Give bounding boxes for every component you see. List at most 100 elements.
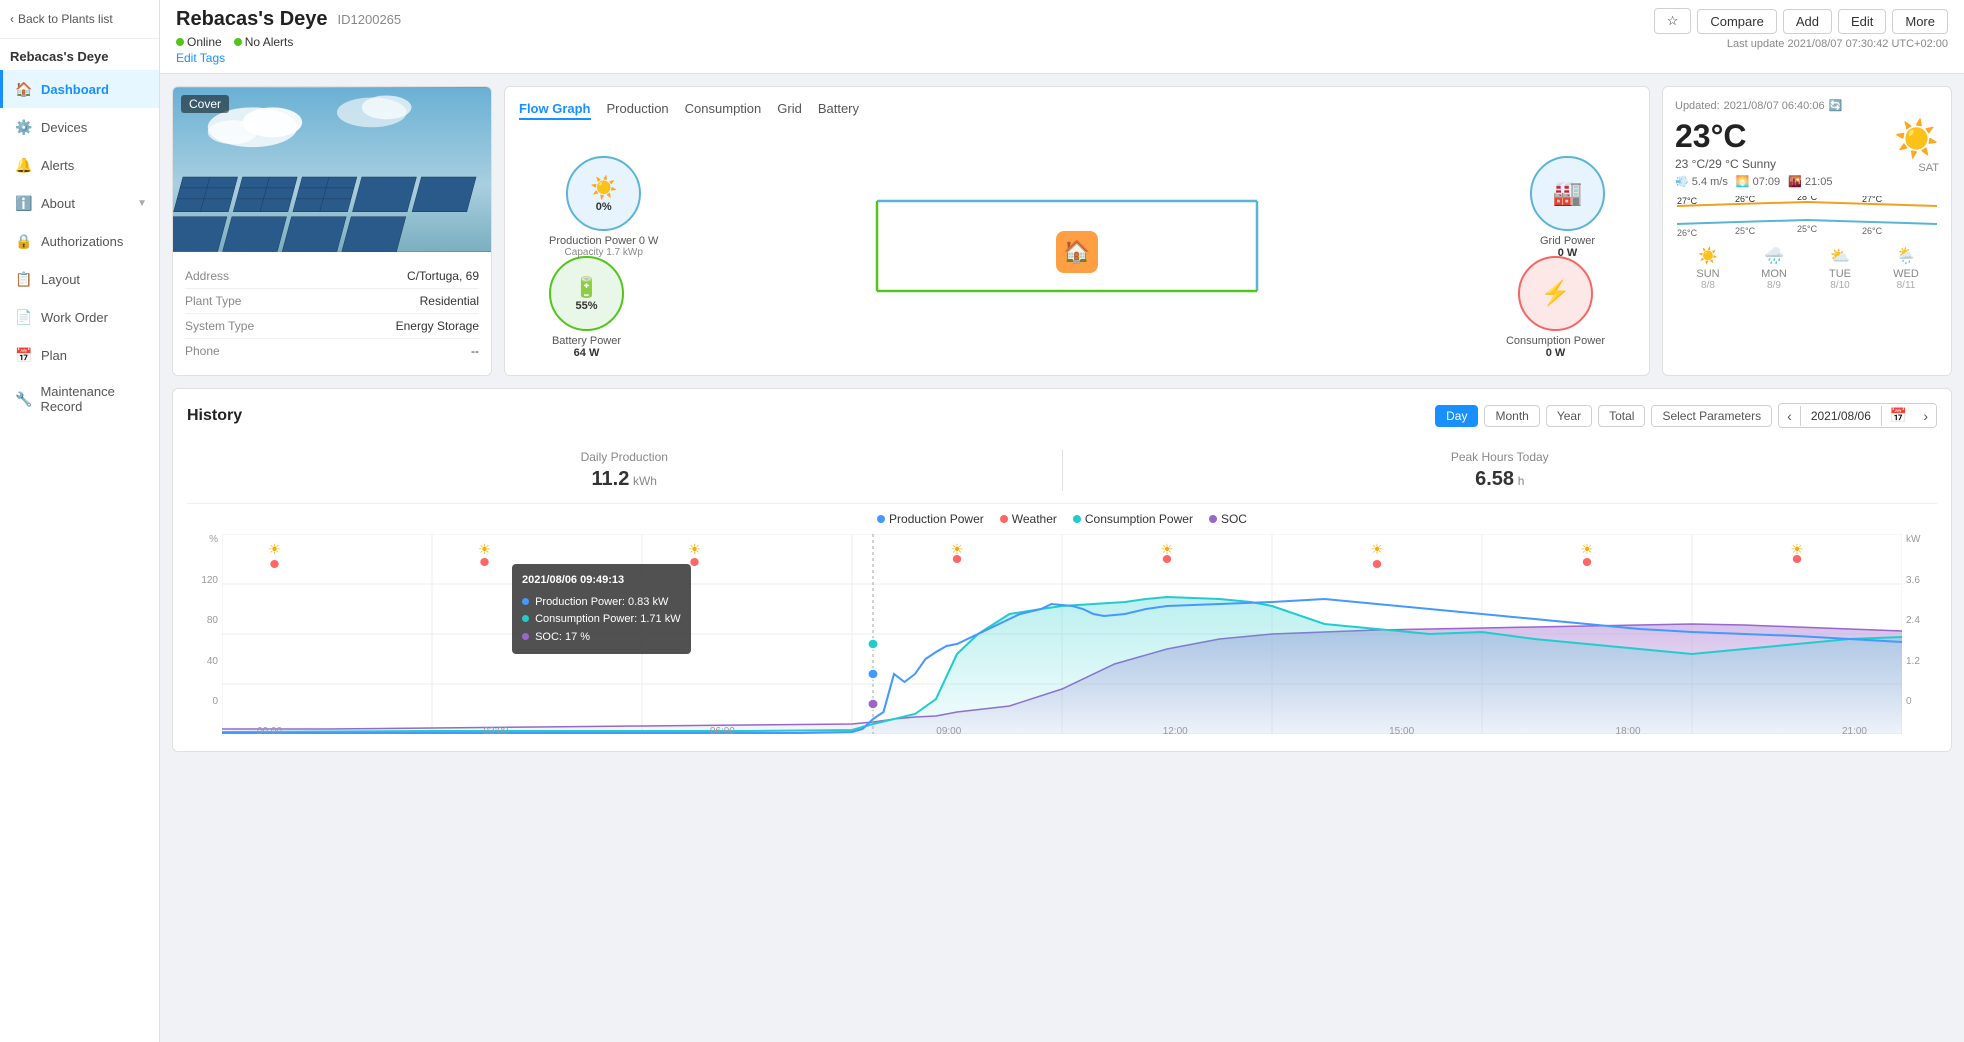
topbar-title: Rebacas's Deye ID1200265 (176, 8, 401, 31)
daily-production-label: Daily Production (187, 450, 1062, 464)
maintenance-icon: 🔧 (15, 390, 32, 408)
legend-consumption: Consumption Power (1073, 512, 1193, 526)
svg-text:27°C: 27°C (1677, 196, 1698, 206)
tab-battery[interactable]: Battery (818, 101, 859, 120)
home-icon: 🏠 (1056, 231, 1098, 273)
sidebar: ‹ Back to Plants list Rebacas's Deye 🏠 D… (0, 0, 160, 1042)
weather-day: SAT (1918, 162, 1939, 174)
flow-graph-card: Flow Graph Production Consumption Grid B… (504, 86, 1650, 376)
back-arrow-icon: ‹ (10, 12, 14, 26)
svg-text:26°C: 26°C (1862, 226, 1883, 236)
alerts-dot (234, 38, 242, 46)
sidebar-item-label: Alerts (41, 158, 74, 173)
legend-production: Production Power (877, 512, 984, 526)
peak-hours-unit: h (1518, 474, 1525, 488)
plant-info: Address C/Tortuga, 69 Plant Type Residen… (173, 252, 491, 375)
sidebar-item-authorizations[interactable]: 🔒 Authorizations (0, 222, 159, 260)
tab-production[interactable]: Production (607, 101, 669, 120)
sidebar-item-workorder[interactable]: 📄 Work Order (0, 298, 159, 336)
system-type-value: Energy Storage (396, 319, 479, 333)
weather-main: 23°C 23 °C/29 °C Sunny 💨 5.4 m/s 🌅 07:09… (1675, 118, 1939, 188)
tab-consumption[interactable]: Consumption (685, 101, 762, 120)
current-date: 2021/08/06 (1800, 406, 1882, 426)
history-header: History Day Month Year Total Select Para… (187, 403, 1937, 428)
weather-card: Updated: 2021/08/07 06:40:06 🔄 23°C 23 °… (1662, 86, 1952, 376)
solar-label: Production Power 0 W Capacity 1.7 kWp (549, 235, 658, 258)
weather-forecast: ☀️ SUN 8/8 🌧️ MON 8/9 ⛅ TUE 8/10 (1675, 246, 1939, 291)
tab-flow-graph[interactable]: Flow Graph (519, 101, 591, 120)
calendar-button[interactable]: 📅 (1882, 404, 1915, 427)
alerts-icon: 🔔 (15, 156, 33, 174)
solar-circle: ☀️ 0% (566, 156, 641, 231)
period-day-button[interactable]: Day (1435, 405, 1478, 427)
workorder-icon: 📄 (15, 308, 33, 326)
sidebar-item-plan[interactable]: 📅 Plan (0, 336, 159, 374)
svg-text:25°C: 25°C (1735, 226, 1756, 236)
select-parameters-button[interactable]: Select Parameters (1651, 405, 1772, 427)
chevron-down-icon: ▼ (137, 198, 147, 209)
tab-grid[interactable]: Grid (777, 101, 802, 120)
period-month-button[interactable]: Month (1484, 405, 1539, 427)
svg-text:☀: ☀ (1160, 542, 1173, 558)
peak-hours-value: 6.58 (1475, 468, 1514, 490)
sidebar-item-label: Authorizations (41, 234, 123, 249)
favorite-button[interactable]: ☆ (1654, 8, 1692, 34)
sidebar-item-maintenance[interactable]: 🔧 Maintenance Record (0, 374, 159, 424)
topbar: Rebacas's Deye ID1200265 Online No Alert… (160, 0, 1964, 74)
about-icon: ℹ️ (15, 194, 33, 212)
alerts-status: No Alerts (234, 35, 294, 49)
edit-button[interactable]: Edit (1838, 9, 1886, 34)
date-next-button[interactable]: › (1915, 405, 1936, 427)
legend-consumption-dot (1073, 515, 1081, 523)
edit-tags-button[interactable]: Edit Tags (176, 51, 401, 65)
svg-text:26°C: 26°C (1677, 228, 1698, 236)
svg-text:28°C: 28°C (1797, 196, 1818, 202)
period-total-button[interactable]: Total (1598, 405, 1645, 427)
sidebar-plant-name: Rebacas's Deye (0, 39, 159, 70)
chart-svg: ☀ ☀ ☀ ☀ ☀ ☀ ☀ ☀ (222, 534, 1902, 734)
sidebar-item-layout[interactable]: 📋 Layout (0, 260, 159, 298)
history-stats: Daily Production 11.2 kWh Peak Hours Tod… (187, 438, 1937, 504)
sidebar-item-devices[interactable]: ⚙️ Devices (0, 108, 159, 146)
daily-production-value: 11.2 (592, 468, 630, 490)
layout-icon: 📋 (15, 270, 33, 288)
weather-temp-range: 23 °C/29 °C Sunny (1675, 157, 1832, 171)
svg-text:☀: ☀ (478, 542, 491, 558)
history-controls: Day Month Year Total Select Parameters ‹… (1435, 403, 1937, 428)
weather-sun-icon: ☀️ (1894, 118, 1939, 160)
more-button[interactable]: More (1892, 9, 1948, 34)
plan-icon: 📅 (15, 346, 33, 364)
sidebar-item-dashboard[interactable]: 🏠 Dashboard (0, 70, 159, 108)
battery-label: Battery Power 64 W (552, 335, 621, 359)
sidebar-item-about[interactable]: ℹ️ About ▼ (0, 184, 159, 222)
y-axis-left: % 120 80 40 0 (187, 534, 222, 707)
add-button[interactable]: Add (1783, 9, 1832, 34)
online-status: Online (176, 35, 222, 49)
period-year-button[interactable]: Year (1546, 405, 1592, 427)
grid-node: 🏭 Grid Power 0 W (1530, 156, 1605, 259)
sidebar-item-alerts[interactable]: 🔔 Alerts (0, 146, 159, 184)
phone-label: Phone (185, 344, 220, 358)
legend-soc-dot (1209, 515, 1217, 523)
consumption-circle: ⚡ (1518, 256, 1593, 331)
plant-type-label: Plant Type (185, 294, 241, 308)
main-area: Rebacas's Deye ID1200265 Online No Alert… (160, 0, 1964, 1042)
peak-hours-stat: Peak Hours Today 6.58 h (1063, 450, 1938, 491)
phone-value: -- (471, 344, 479, 358)
online-dot (176, 38, 184, 46)
peak-hours-label: Peak Hours Today (1063, 450, 1938, 464)
date-prev-button[interactable]: ‹ (1779, 405, 1800, 427)
top-section: Cover Address C/Tortuga, 69 Plant Type R… (172, 86, 1952, 376)
legend-soc: SOC (1209, 512, 1247, 526)
chart-svg-area: ☀ ☀ ☀ ☀ ☀ ☀ ☀ ☀ (222, 534, 1902, 737)
legend-weather: Weather (1000, 512, 1057, 526)
sidebar-item-label: Plan (41, 348, 67, 363)
battery-node: 🔋 55% Battery Power 64 W (549, 256, 624, 359)
back-to-plants-button[interactable]: ‹ Back to Plants list (0, 0, 159, 39)
address-row: Address C/Tortuga, 69 (185, 264, 479, 289)
compare-button[interactable]: Compare (1697, 9, 1776, 34)
legend-weather-dot (1000, 515, 1008, 523)
plant-type-value: Residential (420, 294, 479, 308)
devices-icon: ⚙️ (15, 118, 33, 136)
sidebar-item-label: About (41, 196, 75, 211)
